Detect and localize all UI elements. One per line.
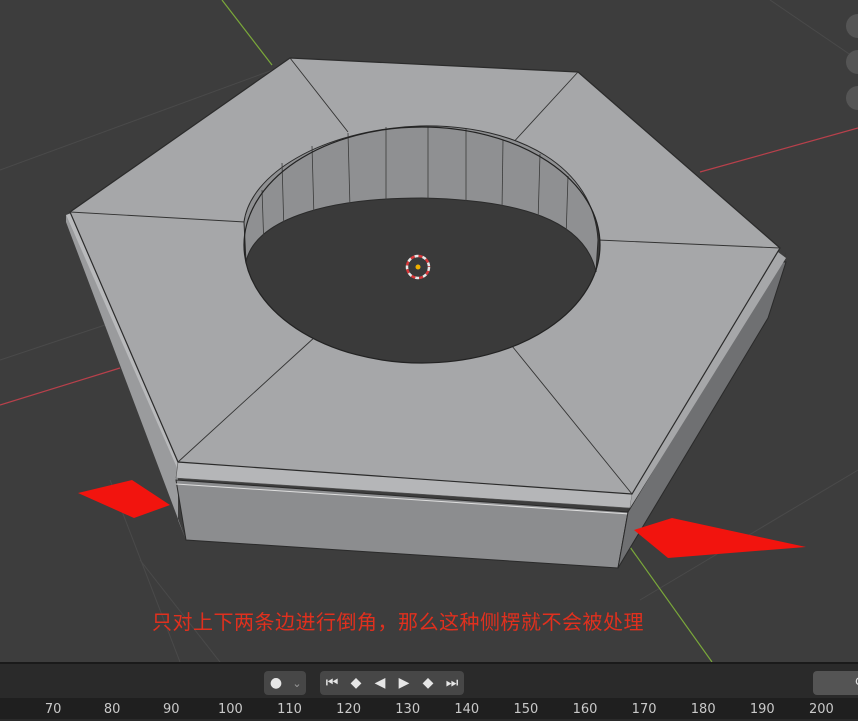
annotation-arrow-left <box>78 480 170 518</box>
current-frame-field[interactable]: c <box>813 671 858 695</box>
timeline-ruler[interactable]: 0708090100110120130140150160170180190200 <box>0 698 858 719</box>
prev-keyframe-button[interactable]: ◆ <box>344 671 368 695</box>
annotation-arrow-right <box>634 518 806 558</box>
ruler-tick-label: 170 <box>631 702 657 717</box>
ruler-tick-label: 80 <box>103 702 121 717</box>
annotation-caption: 只对上下两条边进行倒角，那么这种侧楞就不会被处理 <box>152 610 644 634</box>
ruler-tick-label: 130 <box>395 702 421 717</box>
ruler-tick-label: 180 <box>690 702 716 717</box>
ruler-tick-label: 190 <box>749 702 775 717</box>
3d-viewport[interactable] <box>0 0 858 662</box>
ruler-tick-label: 120 <box>336 702 362 717</box>
playback-controls: ⏮ ◆ ◀ ▶ ◆ ⏭ <box>320 671 464 695</box>
play-button[interactable]: ▶ <box>392 671 416 695</box>
ruler-tick-label: 110 <box>277 702 302 717</box>
keyframe-toggle-group: ● ⌄ <box>264 671 306 695</box>
chevron-down-icon[interactable]: ⌄ <box>288 671 306 695</box>
ruler-tick-label: 200 <box>808 702 834 717</box>
next-keyframe-button[interactable]: ◆ <box>416 671 440 695</box>
auto-keying-button[interactable]: ● <box>264 671 288 695</box>
ruler-tick-label: 150 <box>513 702 539 717</box>
jump-to-start-button[interactable]: ⏮ <box>320 671 344 695</box>
jump-to-end-button[interactable]: ⏭ <box>440 671 464 695</box>
play-reverse-button[interactable]: ◀ <box>368 671 392 695</box>
ruler-tick-label: 100 <box>217 702 243 717</box>
ruler-tick-label: 140 <box>454 702 480 717</box>
ruler-tick-label: 90 <box>163 702 180 717</box>
ruler-tick-label: 70 <box>44 702 62 717</box>
ruler-tick-label: 160 <box>572 702 598 717</box>
